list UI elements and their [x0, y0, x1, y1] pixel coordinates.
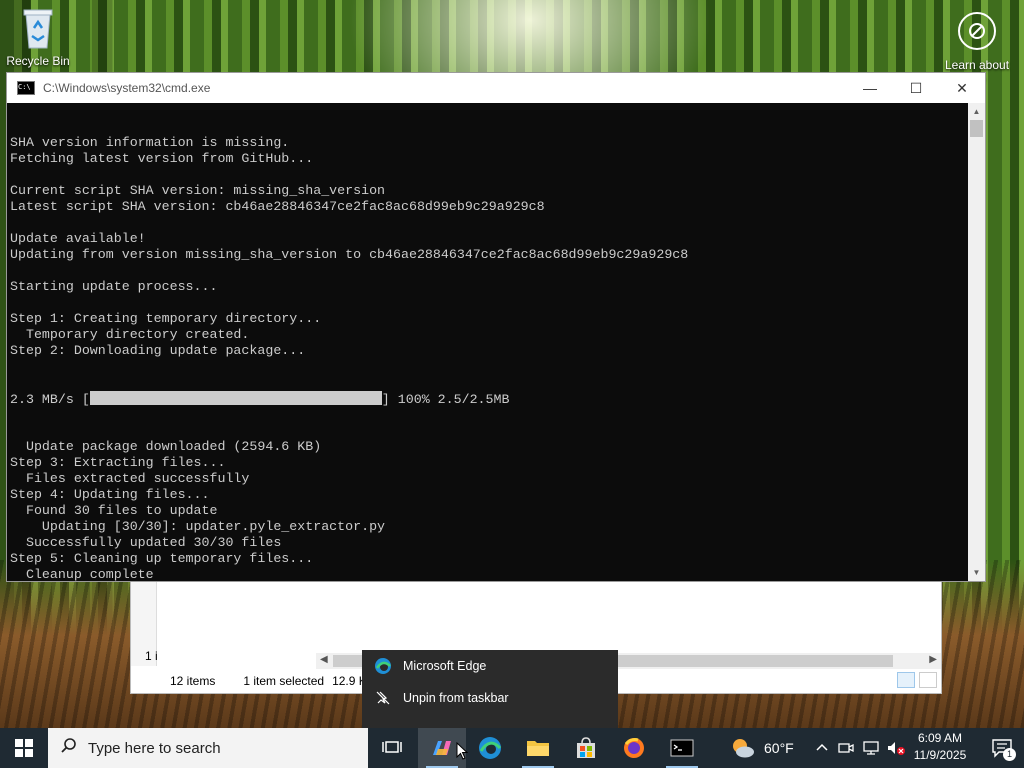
folder-icon	[527, 741, 549, 756]
download-progress-line: 2.3 MB/s [ ] 100% 2.5/2.5MB	[10, 391, 968, 407]
webcam-icon	[838, 743, 854, 753]
search-placeholder: Type here to search	[88, 739, 221, 757]
clock-date: 11/9/2025	[913, 748, 967, 762]
close-icon: ✕	[956, 79, 968, 96]
tray-network[interactable]	[862, 728, 880, 768]
notification-count-badge: 1	[1003, 748, 1016, 761]
clock-time: 6:09 AM	[917, 731, 963, 745]
console-line: Step 4: Updating files...	[10, 487, 210, 502]
minimize-button[interactable]: —	[847, 73, 893, 103]
weather-temperature: 60°F	[764, 740, 794, 756]
console-line: Starting update process...	[10, 279, 218, 294]
scrollbar-thumb[interactable]	[970, 120, 983, 137]
store-icon	[577, 737, 595, 758]
tray-meet-now[interactable]	[838, 728, 854, 768]
console-line: Step 2: Downloading update package...	[10, 343, 306, 358]
weather-widget[interactable]: 60°F	[730, 728, 794, 768]
console-line: Temporary directory created.	[10, 327, 250, 342]
volume-muted-icon	[888, 742, 905, 755]
windows-logo-icon	[15, 739, 33, 757]
taskbar-command-prompt[interactable]	[658, 728, 706, 768]
console-line: Update available!	[10, 231, 146, 246]
console-line: Files extracted successfully	[10, 471, 250, 486]
recycle-bin-label: Recycle Bin	[6, 54, 70, 68]
edge-icon	[374, 657, 392, 675]
search-icon	[60, 737, 78, 759]
scroll-up-arrow-icon[interactable]: ▲	[968, 103, 985, 120]
taskbar-clock[interactable]: 6:09 AM 11/9/2025	[908, 730, 972, 764]
console-line: Update package downloaded (2594.6 KB)	[10, 439, 322, 454]
taskbar: Type here to search 60°F 6:09 AM 11/9/20…	[0, 728, 1024, 768]
maximize-button[interactable]: ☐	[893, 73, 939, 103]
explorer-partial-text: 1 i	[145, 649, 158, 663]
taskbar-microsoft-store[interactable]	[562, 728, 610, 768]
taskbar-firefox[interactable]	[610, 728, 658, 768]
firefox-icon	[624, 738, 644, 758]
taskbar-microsoft-edge[interactable]	[466, 728, 514, 768]
cmd-window[interactable]: C:\ C:\Windows\system32\cmd.exe — ☐ ✕ SH…	[6, 72, 986, 582]
console-line: Latest script SHA version: cb46ae2884634…	[10, 199, 545, 214]
console-line: Cleanup complete	[10, 567, 154, 581]
console-line: Step 3: Extracting files...	[10, 455, 226, 470]
mouse-pointer-icon	[456, 742, 468, 760]
recycle-bin-icon	[20, 6, 56, 50]
cmd-title-bar[interactable]: C:\ C:\Windows\system32\cmd.exe — ☐ ✕	[7, 73, 985, 103]
unpin-icon	[374, 689, 392, 707]
console-line: Successfully updated 30/30 files	[10, 535, 282, 550]
taskbar-file-explorer[interactable]	[514, 728, 562, 768]
show-hidden-icons-button[interactable]	[814, 728, 830, 768]
edge-icon	[479, 737, 502, 759]
taskbar-jump-list: Microsoft Edge Unpin from taskbar	[362, 650, 618, 728]
console-output[interactable]: SHA version information is missing. Fetch…	[7, 103, 968, 581]
cmd-vertical-scrollbar[interactable]: ▲ ▼	[968, 103, 985, 581]
console-line: Found 30 files to update	[10, 503, 218, 518]
terminal-icon	[670, 739, 694, 757]
minimize-icon: —	[863, 80, 877, 96]
console-line: Updating [30/30]: updater.pyle_extractor…	[10, 519, 386, 534]
item-count: 12 items	[170, 674, 216, 688]
scroll-left-arrow-icon[interactable]: ◀	[320, 654, 328, 665]
console-line: Step 5: Cleaning up temporary files...	[10, 551, 314, 566]
console-line: Step 1: Creating temporary directory...	[10, 311, 322, 326]
scroll-right-arrow-icon[interactable]: ▶	[929, 654, 937, 665]
network-icon	[863, 741, 879, 755]
cmd-app-icon[interactable]: C:\	[17, 81, 35, 95]
jumplist-item-unpin[interactable]: Unpin from taskbar	[362, 682, 618, 714]
console-line: SHA version information is missing.	[10, 135, 290, 150]
large-icons-view-icon[interactable]	[919, 672, 937, 688]
details-view-icon[interactable]	[897, 672, 915, 688]
download-progress-bar	[89, 391, 382, 405]
scroll-down-arrow-icon[interactable]: ▼	[968, 564, 985, 581]
task-view-button[interactable]	[368, 728, 416, 768]
start-button[interactable]	[0, 728, 48, 768]
action-center-button[interactable]: 1	[980, 728, 1024, 768]
download-speed: 2.3 MB/s [	[10, 392, 90, 407]
close-button[interactable]: ✕	[939, 73, 985, 103]
info-icon	[958, 12, 996, 50]
console-line: Updating from version missing_sha_versio…	[10, 247, 689, 262]
console-line: Fetching latest version from GitHub...	[10, 151, 314, 166]
taskbar-search-box[interactable]: Type here to search	[48, 728, 368, 768]
copilot-icon	[433, 741, 451, 755]
weather-partly-cloudy-icon	[733, 739, 754, 758]
download-progress-text: ] 100% 2.5/2.5MB	[381, 392, 510, 407]
maximize-icon: ☐	[909, 79, 923, 96]
chevron-up-icon	[816, 743, 828, 751]
jumplist-item-label: Unpin from taskbar	[403, 691, 509, 705]
cmd-window-title: C:\Windows\system32\cmd.exe	[43, 81, 211, 95]
selected-count: 1 item selected	[243, 674, 325, 688]
task-view-icon	[382, 741, 402, 753]
jumplist-item-label: Microsoft Edge	[403, 659, 487, 673]
tray-volume[interactable]	[886, 728, 906, 768]
jumplist-item-microsoft-edge[interactable]: Microsoft Edge	[362, 650, 618, 682]
recycle-bin-desktop-icon[interactable]: Recycle Bin	[6, 6, 70, 68]
console-line: Current script SHA version: missing_sha_…	[10, 183, 386, 198]
